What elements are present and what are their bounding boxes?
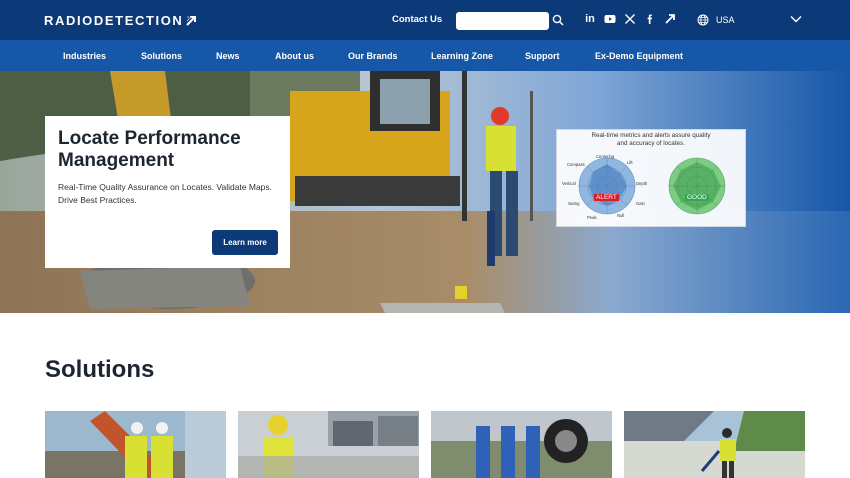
solution-tile-1-image[interactable] (45, 411, 226, 478)
metrics-caption-line1: Real-time metrics and alerts assure qual… (591, 132, 711, 139)
hero-card: Locate Performance Management Real-Time … (45, 116, 290, 268)
metrics-caption: Real-time metrics and alerts assure qual… (557, 132, 745, 148)
good-badge: GOOD (685, 194, 709, 201)
nav-item-ex-demo-equipment[interactable]: Ex-Demo Equipment (595, 51, 683, 61)
radar-label-null: Null (617, 213, 625, 218)
hero-subtitle: Real-Time Quality Assurance on Locates. … (58, 182, 273, 205)
nav-item-industries[interactable]: Industries (63, 51, 106, 61)
nav-item-solutions[interactable]: Solutions (141, 51, 182, 61)
nav-item-support[interactable]: Support (525, 51, 560, 61)
solutions-heading: Solutions (45, 356, 155, 383)
solution-tile-3-image[interactable] (431, 411, 612, 478)
main-nav: Industries Solutions News About us Our B… (0, 40, 850, 71)
radar-label-gain: Gain (636, 201, 645, 206)
top-bar: RADIODETECTION Contact Us in USA (0, 0, 850, 40)
radar-label-depth: Depth (636, 181, 648, 186)
region-selector[interactable]: USA (716, 15, 735, 25)
radar-label-vertical: Vertical (562, 181, 576, 186)
brand-arrow-icon[interactable] (664, 13, 676, 25)
metrics-caption-line2: and accuracy of locates. (617, 140, 685, 147)
facebook-icon[interactable] (644, 13, 656, 25)
chevron-down-icon[interactable] (790, 14, 802, 24)
solution-tile-4-image[interactable] (624, 411, 805, 478)
nav-item-our-brands[interactable]: Our Brands (348, 51, 398, 61)
nav-item-news[interactable]: News (216, 51, 240, 61)
social-links: in (584, 13, 676, 25)
nav-item-learning-zone[interactable]: Learning Zone (431, 51, 493, 61)
learn-more-button[interactable]: Learn more (212, 230, 278, 255)
radar-label-peak: Peak (587, 215, 597, 220)
solution-tile-2-image[interactable] (238, 411, 419, 478)
brand-logo[interactable]: RADIODETECTION (44, 13, 197, 28)
alert-badge: ALERT (594, 194, 619, 201)
search-input[interactable] (456, 12, 549, 30)
radar-label-centering: Centering (596, 154, 615, 159)
radar-charts (578, 157, 726, 215)
radar-label-lift: Lift (627, 160, 633, 165)
brand-arrow-icon (186, 15, 197, 26)
contact-us-link[interactable]: Contact Us (392, 14, 442, 25)
linkedin-icon[interactable]: in (584, 13, 596, 25)
x-icon[interactable] (624, 13, 636, 25)
hero-banner: Locate Performance Management Real-Time … (0, 71, 850, 313)
globe-icon[interactable] (697, 14, 709, 26)
brand-name: RADIODETECTION (44, 13, 184, 28)
youtube-icon[interactable] (604, 13, 616, 25)
radar-label-swing: Swing (568, 201, 580, 206)
metrics-graphic: Real-time metrics and alerts assure qual… (556, 129, 746, 227)
search-icon[interactable] (552, 14, 564, 26)
hero-title: Locate Performance Management (58, 128, 241, 171)
nav-item-about-us[interactable]: About us (275, 51, 314, 61)
radar-label-compass: Compass (567, 162, 585, 167)
